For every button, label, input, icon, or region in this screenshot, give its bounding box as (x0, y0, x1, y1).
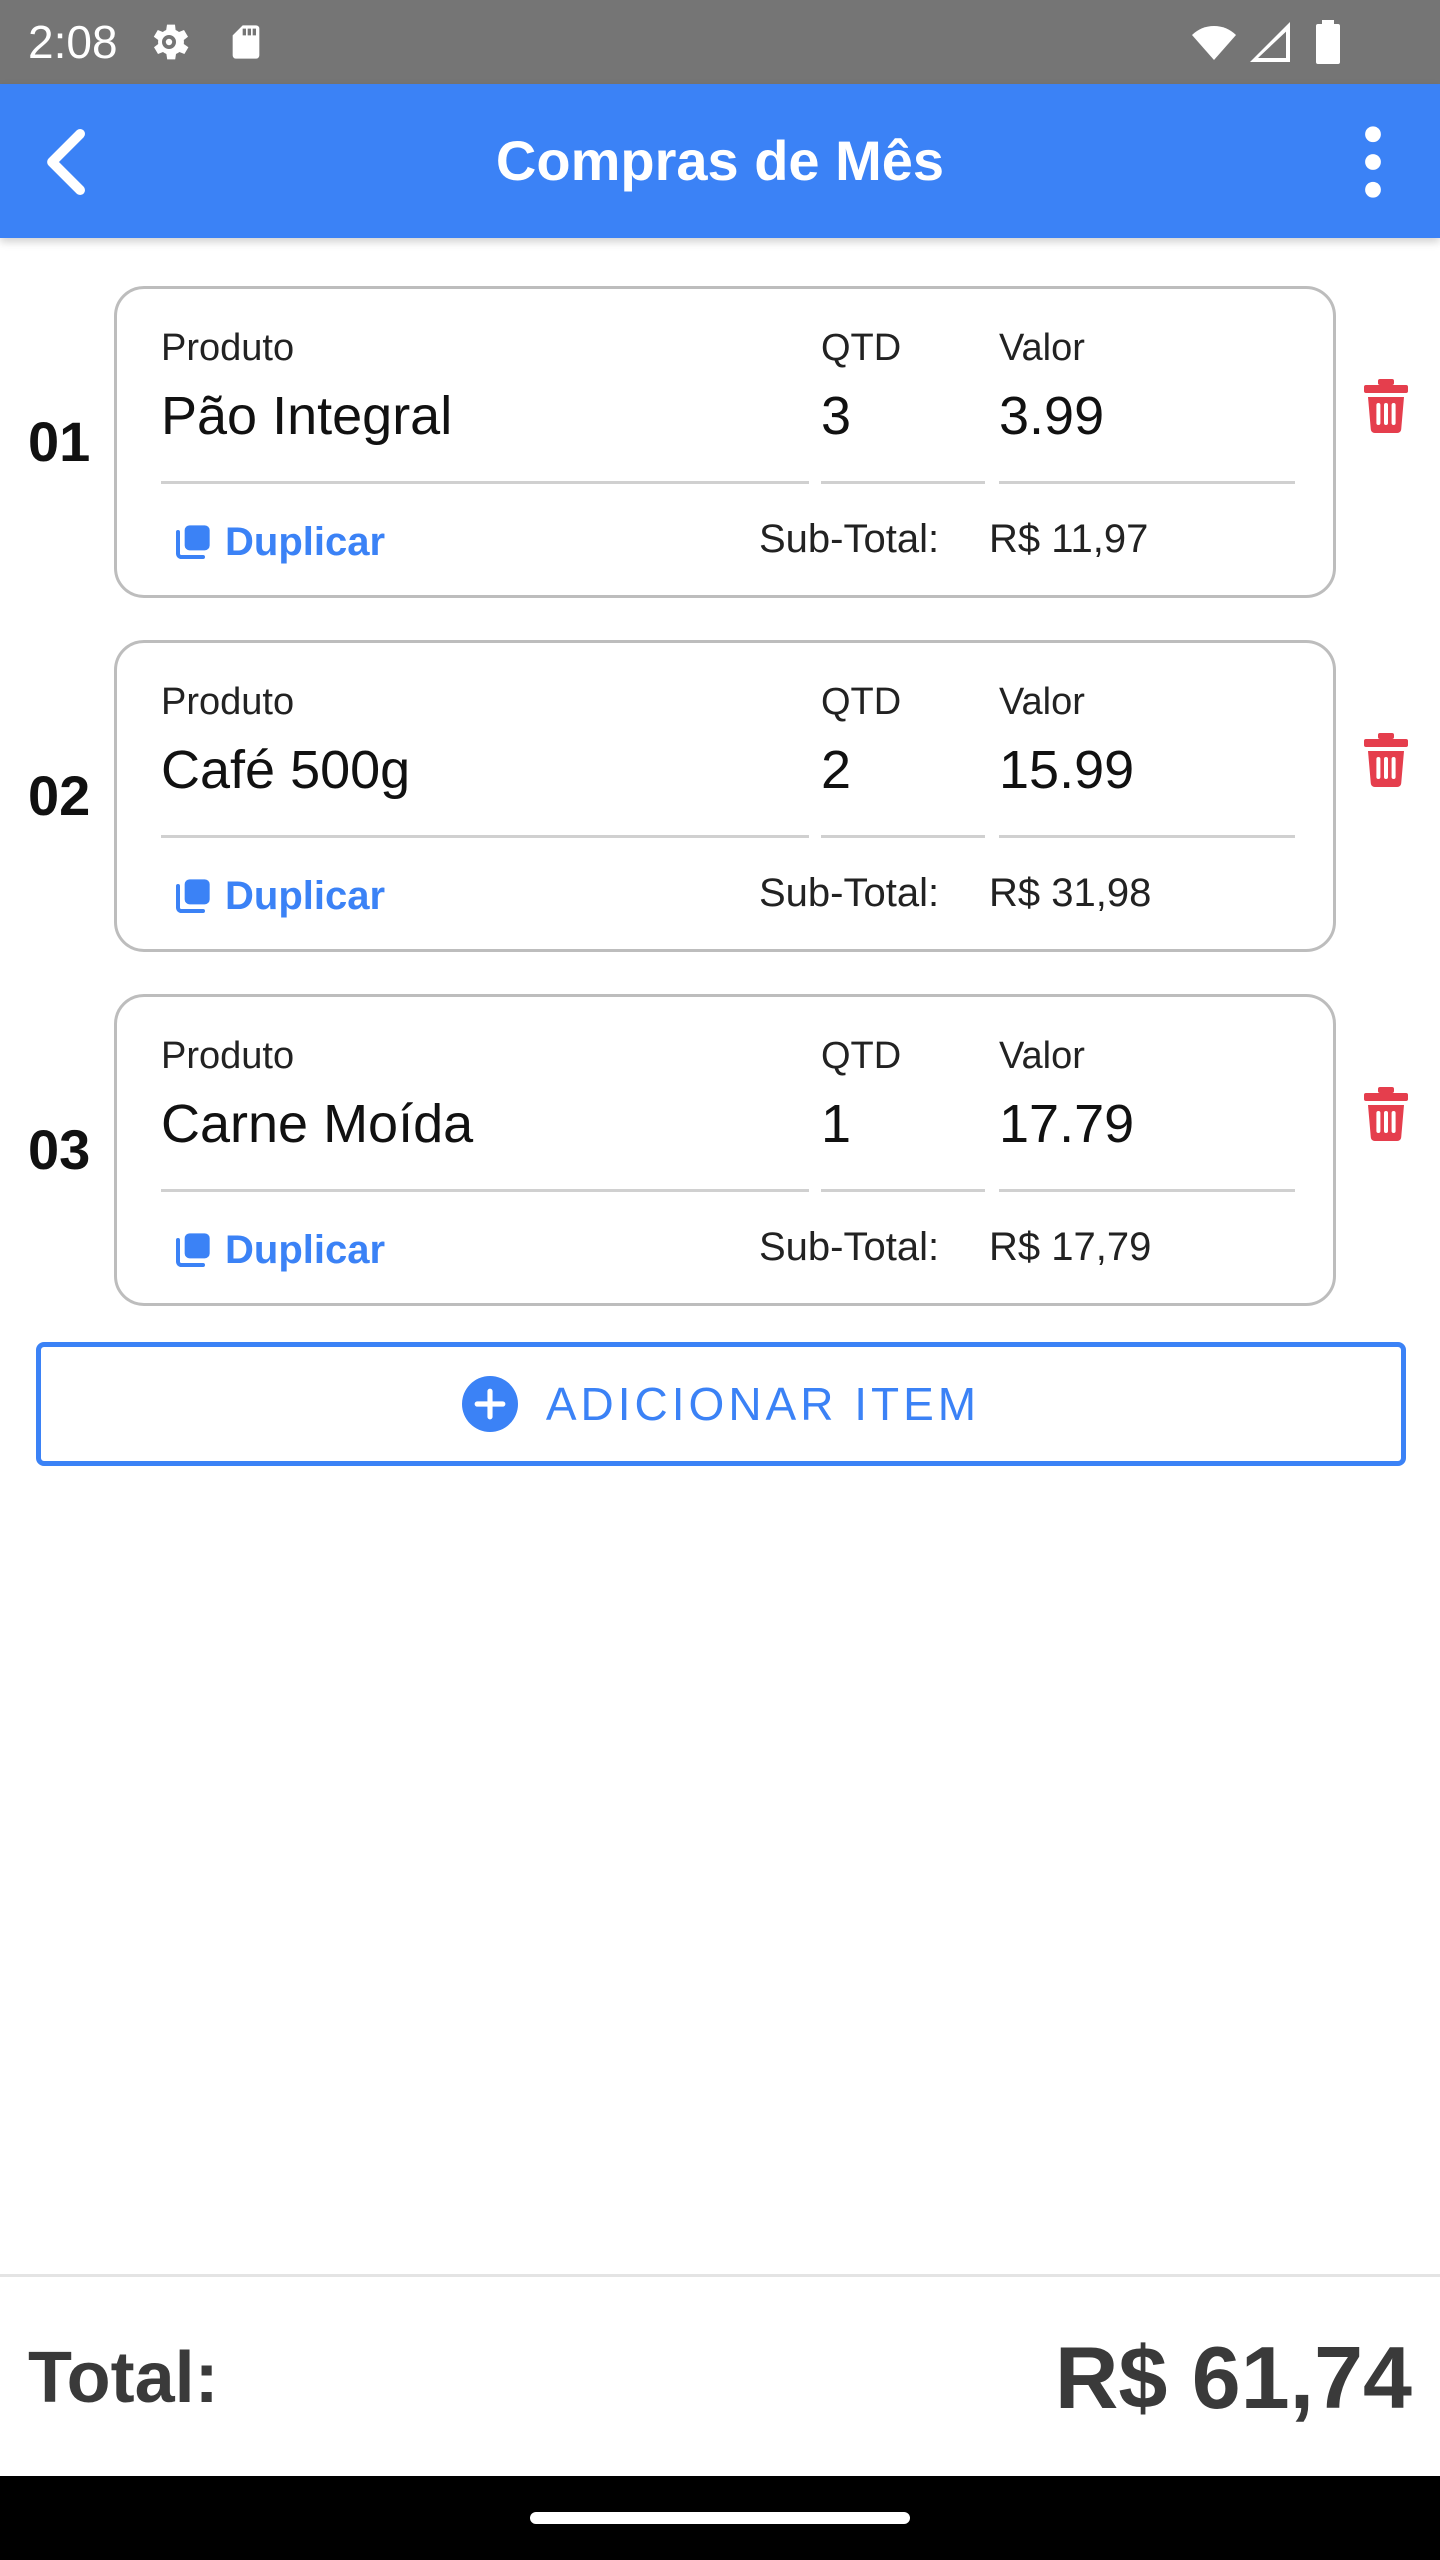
item-number: 03 (28, 1118, 91, 1181)
price-label: Valor (999, 327, 1085, 369)
battery-icon (1316, 20, 1340, 64)
delete-button[interactable] (1356, 1074, 1416, 1154)
product-label: Produto (161, 1035, 295, 1077)
item-card: Produto Pão Integral QTD 3 Valor 3.99 Du… (114, 286, 1336, 598)
add-item-label: ADICIONAR ITEM (545, 1378, 981, 1430)
item-card: Produto Café 500g QTD 2 Valor 15.99 Dupl… (114, 640, 1336, 952)
duplicate-button[interactable]: Duplicar (173, 509, 385, 575)
subtotal-value: R$ 31,98 (989, 871, 1152, 915)
copy-icon (176, 525, 210, 559)
total-footer: Total: R$ 61,74 (0, 2274, 1440, 2476)
quantity-label: QTD (821, 1035, 902, 1077)
subtotal-label: Sub-Total: (759, 517, 940, 561)
duplicate-label: Duplicar (225, 1227, 386, 1272)
product-underline (161, 1189, 809, 1192)
price-field[interactable]: 3.99 (999, 385, 1104, 447)
quantity-underline (821, 481, 985, 484)
product-label: Produto (161, 327, 295, 369)
item-number: 02 (28, 764, 91, 827)
add-circle-icon (461, 1376, 518, 1432)
product-field[interactable]: Carne Moída (161, 1093, 473, 1155)
quantity-underline (821, 1189, 985, 1192)
trash-icon (1364, 1087, 1408, 1141)
price-field[interactable]: 15.99 (999, 739, 1134, 801)
subtotal-label: Sub-Total: (759, 1225, 940, 1269)
item-card: Produto Carne Moída QTD 1 Valor 17.79 Du… (114, 994, 1336, 1306)
list-item: 02 Produto Café 500g QTD 2 Valor 15.99 D… (0, 640, 1440, 952)
product-underline (161, 835, 809, 838)
copy-icon (176, 1233, 210, 1267)
settings-icon (153, 24, 189, 60)
price-field[interactable]: 17.79 (999, 1093, 1134, 1155)
trash-icon (1364, 733, 1408, 787)
product-label: Produto (161, 681, 295, 723)
quantity-label: QTD (821, 681, 902, 723)
quantity-field[interactable]: 1 (821, 1093, 851, 1155)
status-bar: 2:08 (0, 0, 1440, 84)
quantity-underline (821, 835, 985, 838)
more-options-button[interactable] (1328, 117, 1418, 207)
quantity-label: QTD (821, 327, 902, 369)
more-vertical-icon (1365, 126, 1381, 198)
subtotal-value: R$ 17,79 (989, 1225, 1152, 1269)
subtotal-label: Sub-Total: (759, 871, 940, 915)
copy-icon (176, 879, 210, 913)
total-label: Total: (28, 2338, 219, 2418)
duplicate-label: Duplicar (225, 519, 386, 564)
price-underline (999, 1189, 1295, 1192)
delete-button[interactable] (1356, 720, 1416, 800)
duplicate-button[interactable]: Duplicar (173, 863, 385, 929)
navigation-bar (0, 2476, 1440, 2560)
price-underline (999, 835, 1295, 838)
price-underline (999, 481, 1295, 484)
duplicate-button[interactable]: Duplicar (173, 1217, 385, 1283)
delete-button[interactable] (1356, 366, 1416, 446)
signal-icon (1250, 22, 1290, 62)
status-time: 2:08 (28, 16, 118, 68)
subtotal-value: R$ 11,97 (989, 517, 1149, 561)
product-field[interactable]: Café 500g (161, 739, 410, 801)
home-gesture-handle[interactable] (530, 2512, 910, 2524)
trash-icon (1364, 379, 1408, 433)
total-value: R$ 61,74 (1054, 2328, 1412, 2427)
list-item: 01 Produto Pão Integral QTD 3 Valor 3.99… (0, 286, 1440, 598)
sd-card-icon (232, 25, 260, 59)
item-number: 01 (28, 410, 91, 473)
product-underline (161, 481, 809, 484)
add-item-button[interactable]: ADICIONAR ITEM (36, 1342, 1406, 1466)
quantity-field[interactable]: 2 (821, 739, 851, 801)
quantity-field[interactable]: 3 (821, 385, 851, 447)
price-label: Valor (999, 681, 1085, 723)
page-title: Compras de Mês (495, 129, 945, 192)
wifi-icon (1192, 26, 1236, 60)
list-item: 03 Produto Carne Moída QTD 1 Valor 17.79… (0, 994, 1440, 1306)
product-field[interactable]: Pão Integral (161, 385, 452, 447)
app-bar: Compras de Mês (0, 84, 1440, 238)
duplicate-label: Duplicar (225, 873, 386, 918)
price-label: Valor (999, 1035, 1085, 1077)
